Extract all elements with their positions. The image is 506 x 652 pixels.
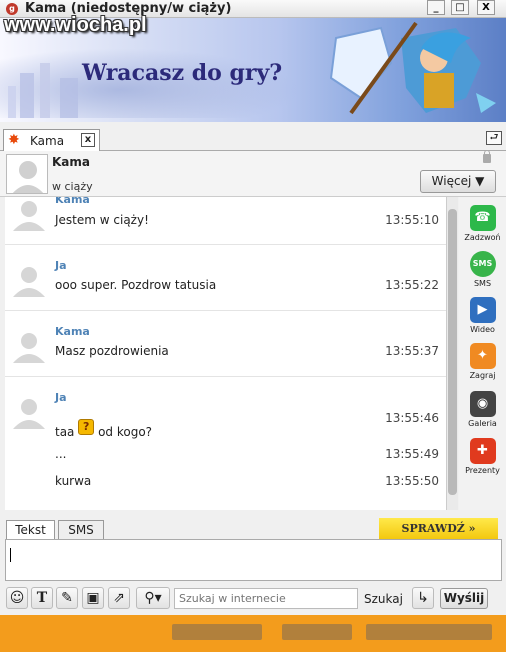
- app-label: Prezenty: [465, 466, 500, 475]
- tab-sms[interactable]: SMS: [58, 520, 104, 540]
- avatar[interactable]: [6, 154, 48, 194]
- video-icon: ▶: [469, 297, 496, 323]
- close-window-button[interactable]: X: [477, 0, 495, 15]
- enter-icon[interactable]: ↳: [412, 587, 434, 609]
- more-button[interactable]: Więcej ▼: [420, 170, 496, 193]
- app-gallery[interactable]: ◉ Galeria: [459, 391, 506, 428]
- message-text: Masz pozdrowienia: [55, 344, 169, 358]
- app-label: Zagraj: [469, 371, 496, 380]
- message-time: 13:55:10: [385, 213, 439, 227]
- message-text-before: taa: [55, 425, 75, 439]
- message-item: Kama Masz pozdrowienia 13:55:37: [5, 311, 446, 377]
- message-text: taa ? od kogo?: [55, 419, 152, 439]
- message-time: 13:55:37: [385, 344, 439, 358]
- banner-headline: Wracasz do gry?: [82, 60, 283, 86]
- message-time: 13:55:46: [385, 411, 439, 425]
- message-list: Kama Jestem w ciąży! 13:55:10 Ja ooo sup…: [5, 197, 446, 510]
- tab-kama[interactable]: ✸ Kama x: [3, 129, 100, 151]
- message-text: kurwa: [55, 474, 92, 488]
- share-icon[interactable]: ⇗: [108, 587, 130, 609]
- game-icon: ✦: [469, 343, 496, 369]
- text-format-icon[interactable]: T: [31, 587, 53, 609]
- app-play[interactable]: ✦ Zagraj: [459, 343, 506, 380]
- message-text: ooo super. Pozdrow tatusia: [55, 278, 217, 292]
- message-input[interactable]: [5, 539, 502, 581]
- app-video[interactable]: ▶ Wideo: [459, 297, 506, 334]
- avatar-icon: [13, 201, 45, 231]
- app-label: SMS: [473, 279, 492, 288]
- camera-icon: ◉: [469, 391, 496, 417]
- message-sender: Kama: [55, 325, 90, 338]
- tab-label: Kama: [30, 134, 65, 148]
- search-input[interactable]: [175, 589, 355, 608]
- app-gifts[interactable]: ✚ Prezenty: [459, 438, 506, 475]
- check-button[interactable]: SPRAWDŹ »: [379, 518, 498, 539]
- contact-name: Kama: [52, 155, 90, 169]
- message-time: 13:55:50: [385, 474, 439, 488]
- send-button[interactable]: Wyślij: [440, 588, 488, 609]
- app-sms[interactable]: SMS SMS: [459, 251, 506, 288]
- message-text: Jestem w ciąży!: [55, 213, 149, 227]
- phone-icon: ☎: [469, 205, 496, 231]
- detach-window-icon[interactable]: ⮐: [486, 131, 502, 145]
- contact-status: w ciąży: [52, 180, 93, 193]
- contact-header: Kama w ciąży Więcej ▼: [0, 150, 506, 197]
- emoticon-icon[interactable]: ☺: [6, 587, 28, 609]
- message-text: ...: [55, 447, 67, 461]
- lock-icon: [483, 150, 491, 163]
- message-sender: Ja: [55, 259, 67, 272]
- avatar-icon: [13, 333, 45, 363]
- bottom-toolbar: ☺ T ✎ ▣ ⇗ ⚲▾ Szukaj ↳ Wyślij: [0, 586, 506, 611]
- status-star-icon: ✸: [8, 132, 20, 148]
- confused-emoticon-icon: ?: [78, 419, 95, 435]
- app-label: Zadzwoń: [464, 233, 501, 242]
- message-sender: Ja: [55, 391, 67, 404]
- message-scrollbar[interactable]: [446, 197, 458, 510]
- search-button[interactable]: Szukaj: [364, 592, 403, 606]
- text-caret: [10, 548, 11, 562]
- minimize-button[interactable]: _: [427, 0, 445, 15]
- message-item: Kama Jestem w ciąży! 13:55:10: [5, 197, 446, 245]
- avatar-icon: [13, 399, 45, 429]
- search-engine-dropdown[interactable]: ⚲▾: [136, 587, 170, 609]
- chat-tab-strip: ✸ Kama x ⮐: [0, 127, 506, 151]
- gift-icon: ✚: [469, 438, 496, 464]
- message-time: 13:55:22: [385, 278, 439, 292]
- tab-text[interactable]: Tekst: [6, 520, 55, 540]
- app-label: Galeria: [468, 419, 497, 428]
- banner-hero-art: [329, 21, 496, 115]
- sms-icon: SMS: [469, 251, 496, 277]
- close-tab-button[interactable]: x: [81, 133, 95, 147]
- message-time: 13:55:49: [385, 447, 439, 461]
- tools-icon[interactable]: ✎: [56, 587, 78, 609]
- redacted-text: [172, 624, 262, 640]
- message-text-after: od kogo?: [98, 425, 153, 439]
- footer-bar: [0, 615, 506, 652]
- avatar-icon: [13, 267, 45, 297]
- message-item: Ja taa ? od kogo? 13:55:46 ... 13:55:49 …: [5, 377, 446, 510]
- maximize-button[interactable]: □: [451, 0, 469, 15]
- message-item: Ja ooo super. Pozdrow tatusia 13:55:22: [5, 245, 446, 311]
- redacted-text: [282, 624, 352, 640]
- app-call[interactable]: ☎ Zadzwoń: [459, 205, 506, 242]
- default-avatar-icon: [12, 161, 44, 193]
- watermark: www.wiocha.pl: [4, 14, 147, 36]
- gift-toolbar-icon[interactable]: ▣: [82, 587, 104, 609]
- message-sender: Kama: [55, 197, 90, 206]
- side-apps-panel: ☎ Zadzwoń SMS SMS ▶ Wideo ✦ Zagraj ◉ Gal…: [459, 197, 506, 510]
- web-search-field[interactable]: [174, 588, 358, 609]
- app-label: Wideo: [470, 325, 495, 334]
- title-bar: g Kama (niedostępny/w ciąży) www.wiocha.…: [0, 0, 506, 36]
- scrollbar-thumb[interactable]: [448, 209, 457, 495]
- redacted-text: [366, 624, 492, 640]
